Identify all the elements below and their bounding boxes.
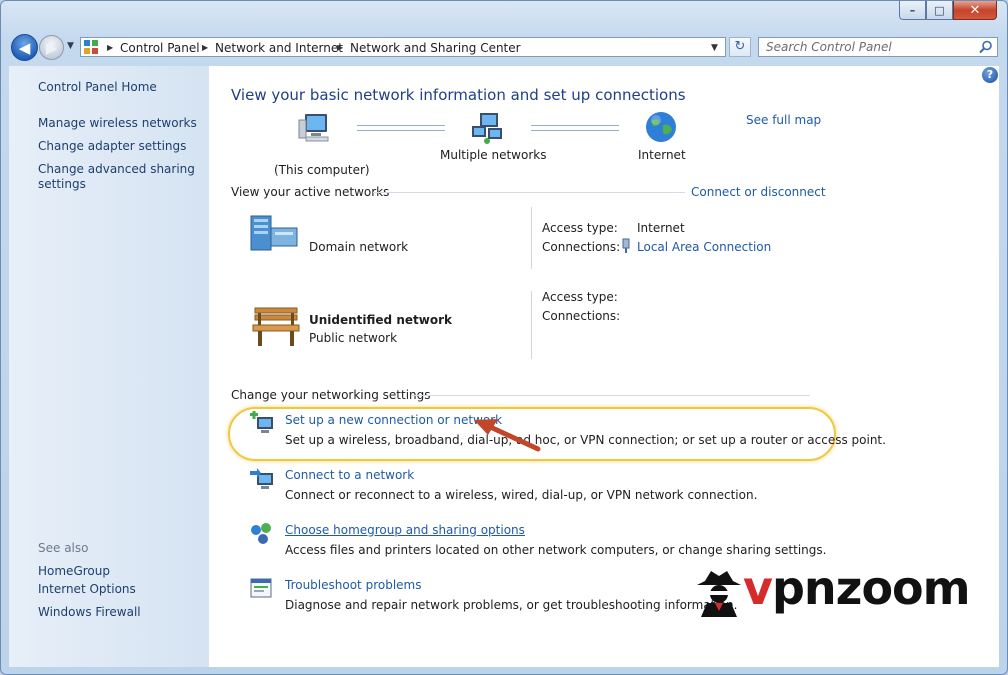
- homegroup-sharing-link[interactable]: Choose homegroup and sharing options: [285, 523, 525, 537]
- sidebar-item-internet-options[interactable]: Internet Options: [38, 582, 136, 597]
- vpnzoom-logo: vpnzoom: [693, 561, 973, 619]
- multiple-networks-icon: [472, 113, 502, 144]
- computer-icon: [298, 114, 329, 142]
- sidebar-item-windows-firewall[interactable]: Windows Firewall: [38, 605, 141, 620]
- access-type-label: Access type:: [542, 290, 618, 304]
- minimize-icon: –: [909, 3, 916, 17]
- unidentified-network-name: Unidentified network: [309, 313, 452, 327]
- map-connector-line: [531, 125, 619, 131]
- local-area-connection-link[interactable]: Local Area Connection: [637, 240, 771, 254]
- access-type-value: Internet: [637, 221, 685, 235]
- address-bar[interactable]: ▶ Control Panel ▶ Network and Internet ▶…: [80, 37, 726, 57]
- logo-wordmark-rest: pnzoom: [772, 561, 971, 615]
- breadcrumb-separator: ▶: [202, 43, 209, 52]
- map-internet-label: Internet: [638, 148, 686, 162]
- divider: [373, 192, 685, 193]
- sidebar-item-control-panel-home[interactable]: Control Panel Home: [38, 80, 157, 95]
- search-input[interactable]: [759, 38, 976, 56]
- domain-network-name: Domain network: [309, 240, 409, 254]
- divider: [531, 291, 532, 359]
- red-arrow-annotation: [474, 419, 541, 452]
- close-icon: ✕: [969, 2, 981, 18]
- connect-or-disconnect-link[interactable]: Connect or disconnect: [691, 185, 826, 199]
- troubleshoot-problems-link[interactable]: Troubleshoot problems: [285, 578, 421, 592]
- active-networks-heading: View your active networks: [231, 185, 390, 199]
- refresh-button[interactable]: ↻: [729, 37, 751, 57]
- divider: [531, 207, 532, 269]
- spy-mascot-icon: [697, 571, 741, 617]
- back-button[interactable]: ◀: [11, 34, 38, 61]
- back-arrow-icon: ◀: [18, 38, 31, 57]
- sidebar-item-homegroup[interactable]: HomeGroup: [38, 564, 110, 579]
- breadcrumb-control-panel[interactable]: Control Panel: [120, 39, 200, 57]
- close-button[interactable]: ✕: [953, 1, 997, 20]
- divider: [412, 395, 810, 396]
- maximize-button[interactable]: □: [926, 1, 953, 20]
- network-category-public[interactable]: Public network: [309, 331, 397, 345]
- forward-button[interactable]: ▶: [39, 35, 64, 60]
- connect-to-network-description: Connect or reconnect to a wireless, wire…: [285, 488, 758, 502]
- sidebar-item-change-adapter-settings[interactable]: Change adapter settings: [38, 139, 186, 154]
- see-full-map-link[interactable]: See full map: [746, 113, 821, 127]
- networking-settings-heading: Change your networking settings: [231, 388, 431, 402]
- domain-network-icon: [250, 215, 298, 251]
- search-icon[interactable]: [979, 40, 993, 54]
- troubleshoot-problems-description: Diagnose and repair network problems, or…: [285, 598, 738, 612]
- connect-to-network-link[interactable]: Connect to a network: [285, 468, 414, 482]
- map-multiple-networks-label: Multiple networks: [440, 148, 547, 162]
- connect-to-network-icon: [250, 468, 273, 489]
- see-also-heading: See also: [38, 541, 89, 555]
- control-panel-icon: [84, 40, 98, 54]
- breadcrumb-network-and-internet[interactable]: Network and Internet: [215, 39, 343, 57]
- logo-wordmark-v: v: [743, 561, 773, 615]
- help-icon[interactable]: ?: [982, 67, 998, 83]
- address-dropdown-icon[interactable]: ▼: [711, 39, 718, 57]
- logo-wordmark: vpnzoom: [743, 561, 971, 615]
- ethernet-icon: [622, 238, 630, 253]
- sidebar-item-change-advanced-sharing-settings[interactable]: Change advanced sharing settings: [38, 162, 198, 192]
- homegroup-icon: [251, 523, 271, 544]
- connections-label: Connections:: [542, 309, 621, 323]
- minimize-button[interactable]: –: [899, 1, 926, 20]
- maximize-icon: □: [934, 3, 945, 17]
- connections-label: Connections:: [542, 240, 621, 254]
- sidebar: Control Panel Home Manage wireless netwo…: [9, 66, 209, 667]
- sidebar-item-manage-wireless-networks[interactable]: Manage wireless networks: [38, 116, 197, 131]
- search-box: [758, 37, 998, 57]
- homegroup-sharing-description: Access files and printers located on oth…: [285, 543, 827, 557]
- map-this-computer-label: (This computer): [274, 163, 370, 177]
- access-type-label: Access type:: [542, 221, 618, 235]
- breadcrumb-separator: ▶: [107, 43, 114, 52]
- park-bench-icon: [252, 307, 300, 346]
- breadcrumb-network-and-sharing-center[interactable]: Network and Sharing Center: [350, 39, 521, 57]
- globe-icon: [646, 112, 676, 142]
- map-connector-line: [357, 125, 445, 131]
- breadcrumb-separator: ▶: [337, 43, 344, 52]
- forward-arrow-icon: ▶: [45, 38, 58, 57]
- troubleshoot-icon: [250, 578, 272, 598]
- recent-pages-dropdown[interactable]: ▼: [67, 41, 74, 51]
- page-title: View your basic network information and …: [231, 86, 686, 104]
